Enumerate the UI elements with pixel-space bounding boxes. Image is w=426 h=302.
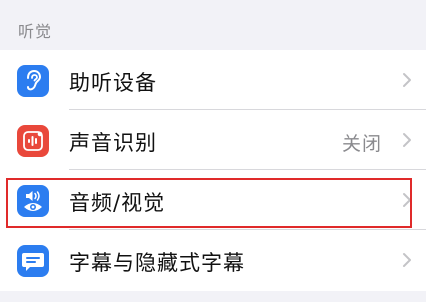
chevron-right-icon [403, 253, 411, 267]
highlight-box [6, 178, 412, 228]
row-label: 声音识别 [69, 131, 157, 155]
hearing-settings-list: 助听设备 声音识别 关闭 音频/视觉 字幕与隐藏式字幕 [0, 50, 426, 291]
list-footer-background [0, 291, 426, 302]
row-sound-recognition[interactable]: 声音识别 关闭 [0, 110, 426, 170]
caption-icon [17, 245, 49, 277]
chevron-right-icon [403, 73, 411, 87]
ear-icon [17, 65, 49, 97]
row-subtitles-captions[interactable]: 字幕与隐藏式字幕 [0, 230, 426, 291]
chevron-right-icon [403, 133, 411, 147]
section-header-hearing: 听觉 [18, 22, 53, 41]
row-label: 助听设备 [69, 71, 157, 95]
row-label: 字幕与隐藏式字幕 [69, 251, 245, 275]
sound-recognition-status: 关闭 [341, 133, 382, 155]
waveform-icon [17, 125, 49, 157]
row-hearing-devices[interactable]: 助听设备 [0, 50, 426, 110]
